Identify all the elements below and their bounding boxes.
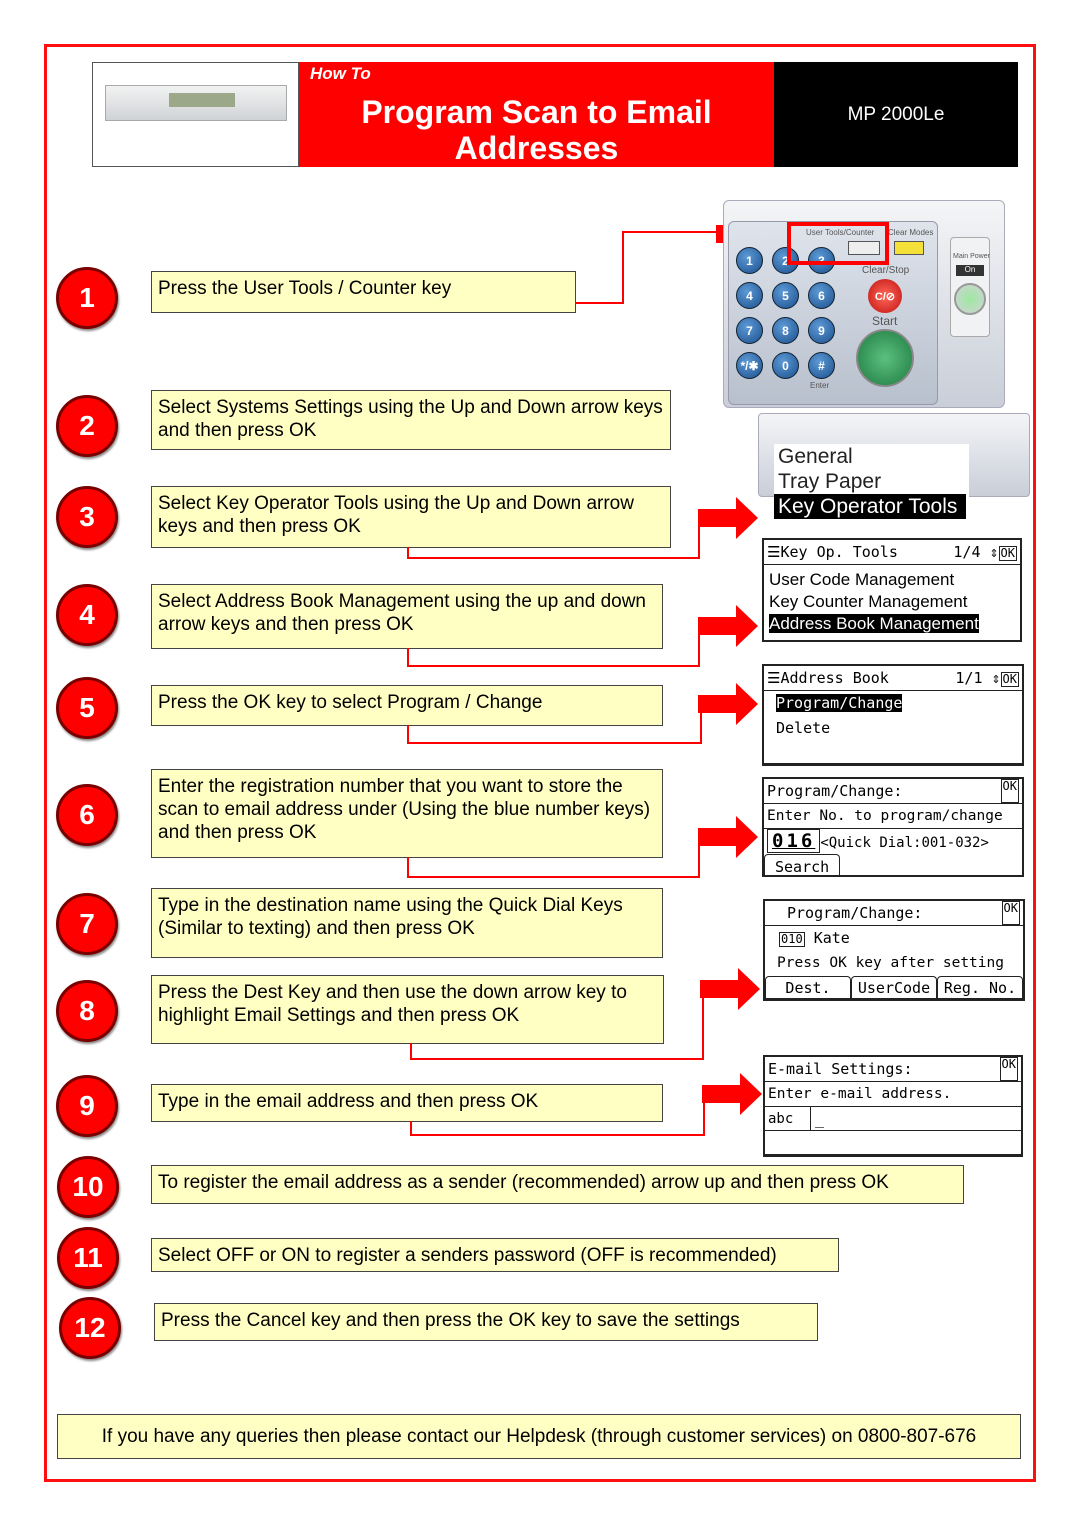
step-number-6: 6 bbox=[56, 784, 118, 846]
highlight-box bbox=[787, 222, 889, 265]
model-name: MP 2000Le bbox=[774, 62, 1018, 167]
menu-item-program-change[interactable]: Program/Change bbox=[776, 694, 903, 712]
step-number-9: 9 bbox=[56, 1075, 118, 1137]
number-key[interactable]: 0 bbox=[772, 352, 799, 379]
step-instruction-5: Press the OK key to select Program / Cha… bbox=[151, 685, 663, 726]
step-instruction-12: Press the Cancel key and then press the … bbox=[154, 1303, 818, 1341]
program-change-screen: Program/Change: OK Enter No. to program/c… bbox=[762, 777, 1024, 877]
step-instruction-9: Type in the email address and then press… bbox=[151, 1084, 663, 1122]
menu-item-tray-paper[interactable]: Tray Paper bbox=[774, 469, 969, 494]
step-instruction-2: Select Systems Settings using the Up and… bbox=[151, 390, 671, 450]
main-power-button[interactable] bbox=[954, 283, 986, 315]
step-number-1: 1 bbox=[56, 267, 118, 329]
email-settings-screen: E-mail Settings: OK Enter e-mail address.… bbox=[763, 1055, 1023, 1157]
start-key[interactable] bbox=[856, 329, 914, 387]
connector-line bbox=[407, 857, 409, 876]
step-instruction-6: Enter the registration number that you w… bbox=[151, 769, 663, 858]
connector bbox=[575, 302, 624, 304]
step-instruction-3: Select Key Operator Tools using the Up a… bbox=[151, 486, 671, 548]
number-key[interactable]: 9 bbox=[808, 317, 835, 344]
connector-line bbox=[407, 648, 409, 665]
step-number-3: 3 bbox=[56, 486, 118, 548]
connector-line bbox=[410, 1121, 412, 1134]
number-key[interactable]: 7 bbox=[736, 317, 763, 344]
menu-item[interactable]: Key Counter Management bbox=[769, 591, 1015, 613]
connector-line bbox=[410, 1058, 704, 1060]
address-book-screen: ☰Address Book 1/1 ⇕ OK Program/Change Dele… bbox=[762, 664, 1024, 766]
header-title-block: How To Program Scan to Email Addresses bbox=[299, 62, 774, 167]
arrow-right-icon bbox=[702, 1073, 762, 1115]
connector-line bbox=[407, 665, 700, 667]
step-number-11: 11 bbox=[57, 1227, 119, 1289]
footer-helpdesk-note: If you have any queries then please cont… bbox=[57, 1414, 1021, 1459]
step-number-8: 8 bbox=[56, 980, 118, 1042]
step-number-2: 2 bbox=[56, 395, 118, 457]
number-key[interactable]: 5 bbox=[772, 282, 799, 309]
arrow-right-icon bbox=[700, 968, 760, 1010]
connector-line bbox=[407, 876, 700, 878]
number-key[interactable]: # bbox=[808, 352, 835, 379]
destination-name-screen: Program/Change: OK 010 Kate Press OK key … bbox=[763, 899, 1025, 1001]
menu-item-key-operator-tools[interactable]: Key Operator Tools bbox=[774, 494, 966, 519]
control-panel-thumbnail bbox=[92, 62, 299, 167]
step-instruction-1: Press the User Tools / Counter key bbox=[151, 271, 576, 313]
system-settings-screen: General Tray Paper Key Operator Tools bbox=[774, 444, 969, 520]
number-key[interactable]: */✱ bbox=[736, 352, 763, 379]
menu-item[interactable]: User Code Management bbox=[769, 569, 1015, 591]
step-number-12: 12 bbox=[59, 1297, 121, 1359]
number-key[interactable]: 6 bbox=[808, 282, 835, 309]
email-input[interactable]: _ bbox=[811, 1107, 824, 1130]
step-number-5: 5 bbox=[56, 677, 118, 739]
step-instruction-4: Select Address Book Management using the… bbox=[151, 584, 663, 649]
connector-line bbox=[407, 557, 700, 559]
step-instruction-10: To register the email address as a sende… bbox=[151, 1165, 964, 1204]
menu-item-delete[interactable]: Delete bbox=[764, 716, 1022, 741]
arrow-right-icon bbox=[698, 816, 758, 858]
key-op-tools-screen: ☰Key Op. Tools 1/4 ⇕ OK User Code Manageme… bbox=[762, 538, 1022, 642]
connector-line bbox=[407, 742, 702, 744]
page-title: Program Scan to Email Addresses bbox=[361, 94, 712, 166]
reg-no-tab[interactable]: Reg. No. bbox=[937, 976, 1023, 1000]
connector-line bbox=[410, 1043, 412, 1058]
arrow-right-icon bbox=[698, 497, 758, 539]
clear-stop-key[interactable]: C/⊘ bbox=[868, 279, 902, 313]
keypad-photo: User Tools/Counter Clear Modes Clear/Sto… bbox=[723, 200, 1005, 408]
step-number-7: 7 bbox=[56, 893, 118, 955]
arrow-right-icon bbox=[698, 683, 758, 725]
connector-line bbox=[407, 547, 409, 557]
connector bbox=[622, 231, 718, 233]
destination-name: Kate bbox=[813, 929, 850, 947]
connector-line bbox=[410, 1134, 705, 1136]
connector bbox=[622, 231, 624, 304]
registration-number[interactable]: 016 bbox=[767, 829, 821, 853]
step-instruction-7: Type in the destination name using the Q… bbox=[151, 888, 663, 958]
step-instruction-8: Press the Dest Key and then use the down… bbox=[151, 975, 664, 1044]
arrow-right-icon bbox=[698, 605, 758, 647]
usercode-tab[interactable]: UserCode bbox=[851, 976, 937, 1000]
step-number-10: 10 bbox=[57, 1156, 119, 1218]
menu-item-selected[interactable]: Address Book Management bbox=[769, 614, 979, 633]
dest-tab[interactable]: Dest. bbox=[765, 976, 851, 1000]
connector-line bbox=[407, 725, 409, 742]
menu-item-general[interactable]: General bbox=[774, 444, 969, 469]
search-tab[interactable]: Search bbox=[764, 854, 841, 876]
clear-modes-key[interactable] bbox=[894, 241, 924, 255]
step-number-4: 4 bbox=[56, 584, 118, 646]
number-key[interactable]: 1 bbox=[736, 247, 763, 274]
number-key[interactable]: 4 bbox=[736, 282, 763, 309]
step-instruction-11: Select OFF or ON to register a senders p… bbox=[151, 1238, 839, 1272]
how-to-label: How To bbox=[310, 64, 371, 83]
number-key[interactable]: 8 bbox=[772, 317, 799, 344]
